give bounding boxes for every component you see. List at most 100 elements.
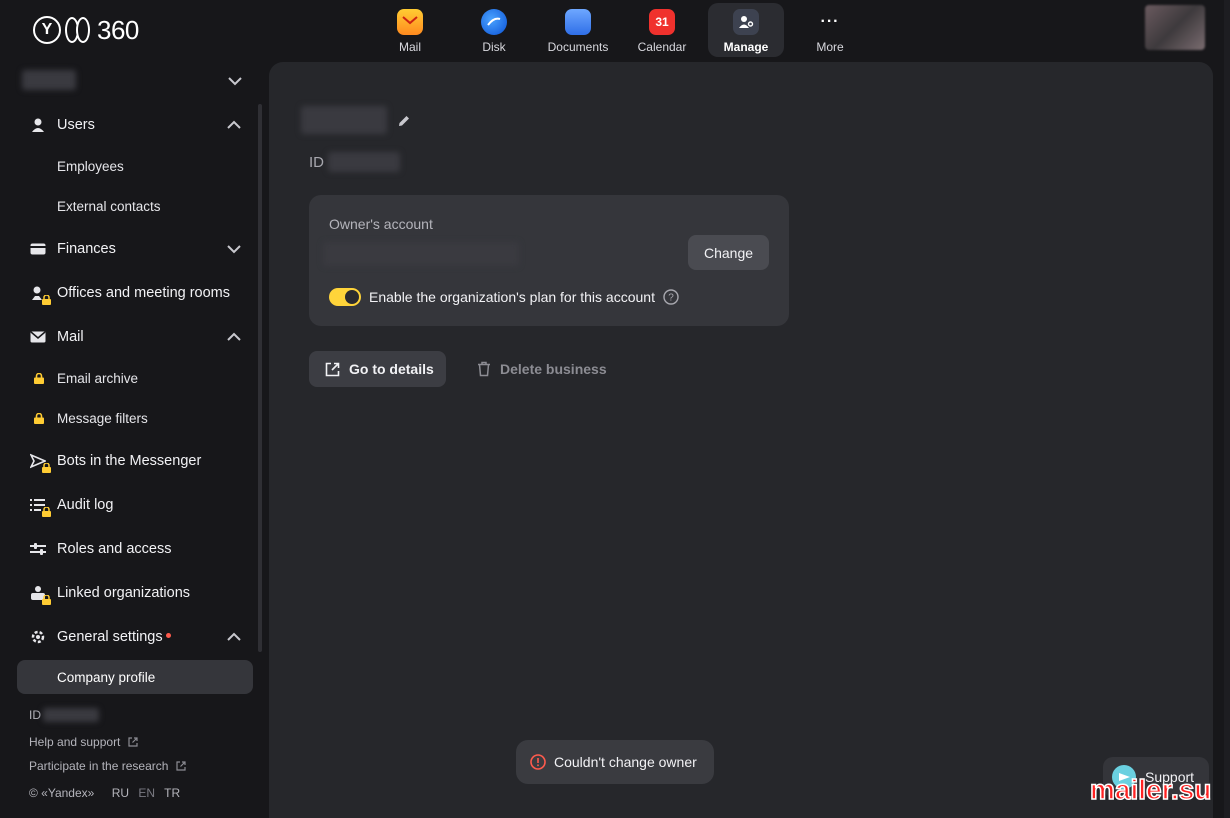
delete-business-label: Delete business [500, 361, 607, 377]
chevron-up-icon [227, 332, 241, 341]
plan-toggle-row: Enable the organization's plan for this … [329, 288, 679, 306]
sidebar-item-message-filters[interactable]: Message filters [17, 401, 253, 435]
org-id-redacted [43, 708, 99, 722]
sliders-icon [29, 540, 47, 558]
lang-ru[interactable]: RU [112, 786, 129, 800]
manage-icon [733, 9, 759, 35]
more-icon: ··· [820, 13, 840, 30]
disk-icon [481, 9, 507, 35]
app-mail-label: Mail [398, 40, 421, 54]
app-disk-label: Disk [482, 40, 506, 54]
sidebar-item-label: Offices and meeting rooms [57, 285, 231, 301]
app-calendar-label: Calendar [637, 40, 687, 54]
sidebar-item-audit-log[interactable]: Audit log [17, 488, 253, 522]
linked-organization-icon [29, 584, 51, 605]
sidebar-item-offices[interactable]: Offices and meeting rooms [17, 276, 253, 310]
lock-icon [42, 463, 51, 473]
sidebar: Users Employees External contacts Financ… [0, 60, 268, 818]
bot-icon [29, 452, 51, 473]
sidebar-item-linked-organizations[interactable]: Linked organizations [17, 576, 253, 610]
svg-text:?: ? [668, 293, 674, 304]
app-documents[interactable]: Documents [536, 3, 620, 57]
app-more[interactable]: ··· More [788, 3, 872, 57]
edit-pencil-icon[interactable] [397, 114, 411, 128]
sidebar-item-general-settings[interactable]: General settings [17, 620, 253, 654]
owner-account-title: Owner's account [329, 216, 433, 232]
trash-icon [478, 361, 490, 377]
delete-business-button[interactable]: Delete business [477, 351, 607, 387]
enable-plan-toggle[interactable] [329, 288, 361, 306]
chevron-up-icon [227, 632, 241, 641]
envelope-icon [29, 328, 47, 346]
organization-id-redacted [328, 152, 400, 172]
sidebar-item-roles[interactable]: Roles and access [17, 532, 253, 566]
app-manage-label: Manage [723, 40, 769, 54]
calendar-date: 31 [655, 15, 669, 29]
sidebar-item-label: Email archive [57, 370, 139, 386]
toast-message: Couldn't change owner [554, 754, 697, 770]
lang-tr[interactable]: TR [164, 786, 180, 800]
sidebar-scrollbar[interactable] [258, 104, 262, 652]
user-avatar[interactable] [1145, 5, 1205, 50]
sidebar-item-label: Mail [57, 329, 84, 345]
app-disk[interactable]: Disk [452, 3, 536, 57]
sidebar-item-employees[interactable]: Employees [17, 149, 253, 183]
yandex-360-logo[interactable]: Y 360 [33, 14, 139, 46]
error-toast: Couldn't change owner [516, 740, 714, 784]
owner-email-redacted [323, 242, 519, 266]
enable-plan-label: Enable the organization's plan for this … [369, 289, 655, 305]
sidebar-item-external-contacts[interactable]: External contacts [17, 189, 253, 223]
logo-text: 360 [97, 14, 139, 45]
calendar-icon: 31 [649, 9, 675, 35]
window-edge [1224, 0, 1230, 818]
notification-dot [165, 632, 171, 638]
logo-mark-icon [65, 17, 90, 43]
sidebar-item-label: Bots in the Messenger [57, 453, 202, 469]
lock-icon [42, 295, 51, 305]
external-link-icon [176, 761, 186, 771]
app-switcher: Mail Disk Documents 31 Calendar Manage ·… [368, 3, 872, 57]
sidebar-item-label: Linked organizations [57, 585, 191, 601]
app-documents-label: Documents [547, 40, 609, 54]
sidebar-item-label: Audit log [57, 497, 114, 513]
sidebar-item-company-profile[interactable]: Company profile [17, 660, 253, 694]
app-manage[interactable]: Manage [708, 3, 784, 57]
lock-icon [42, 595, 51, 605]
help-circle-icon[interactable]: ? [663, 289, 679, 305]
user-icon [29, 116, 47, 134]
sidebar-item-label: Users [57, 117, 95, 133]
change-owner-button[interactable]: Change [688, 235, 769, 270]
lock-icon [33, 412, 45, 424]
sidebar-item-finances[interactable]: Finances [17, 232, 253, 266]
org-id-label: ID [29, 708, 41, 722]
external-link-icon [128, 737, 138, 747]
organization-selector[interactable] [20, 68, 248, 94]
yandex-y-icon: Y [33, 16, 61, 44]
app-calendar[interactable]: 31 Calendar [620, 3, 704, 57]
organization-name-redacted [301, 106, 387, 134]
app-more-label: More [816, 40, 844, 54]
sidebar-item-label: Roles and access [57, 541, 172, 557]
help-support-link[interactable]: Help and support [29, 735, 138, 749]
main-panel: ID Owner's account Change Enable the org… [269, 62, 1213, 818]
sidebar-item-users[interactable]: Users [17, 108, 253, 142]
org-id-row: ID [29, 708, 99, 722]
top-bar: Y 360 Mail Disk Documents 31 Calendar Ma… [0, 0, 1230, 60]
error-icon [530, 754, 546, 770]
app-mail[interactable]: Mail [368, 3, 452, 57]
sidebar-item-email-archive[interactable]: Email archive [17, 361, 253, 395]
lang-en[interactable]: EN [138, 786, 155, 800]
chevron-down-icon [228, 77, 242, 86]
sidebar-item-bots[interactable]: Bots in the Messenger [17, 444, 253, 478]
sidebar-item-label: General settings [57, 629, 163, 645]
research-link[interactable]: Participate in the research [29, 759, 186, 773]
watermark: mailer.su [1089, 773, 1212, 806]
chevron-down-icon [227, 245, 241, 254]
external-link-icon [325, 362, 340, 376]
sidebar-item-mail[interactable]: Mail [17, 320, 253, 354]
gear-icon [29, 628, 47, 646]
copyright: © «Yandex» [29, 786, 95, 800]
sidebar-item-label: Finances [57, 241, 116, 257]
organization-id-row: ID [309, 152, 400, 172]
go-to-details-button[interactable]: Go to details [309, 351, 446, 387]
